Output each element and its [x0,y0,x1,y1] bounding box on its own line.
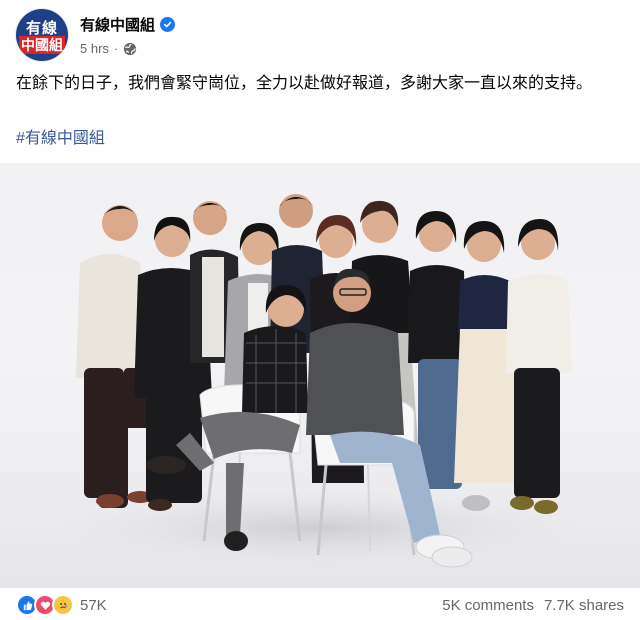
sad-icon [52,594,74,616]
avatar-logo-bottom: 中國組 [19,36,65,54]
comments-count-link[interactable]: 5K comments [442,597,534,614]
page-name-row: 有線中國組 [80,14,176,35]
verified-badge-icon [160,17,176,32]
group-photo[interactable] [0,163,640,588]
post-timestamp[interactable]: 5 hrs [80,41,109,56]
post-footer: 57K 5K comments 7.7K shares [0,590,640,620]
avatar-logo-top: 有線 [25,20,58,37]
hashtag-link[interactable]: #有線中國組 [16,127,105,151]
globe-icon[interactable] [123,42,137,56]
page-avatar[interactable]: 有線 中國組 [16,9,68,61]
post-meta: 有線中國組 5 hrs · [80,14,176,56]
reactions-summary[interactable]: 57K [16,594,107,616]
shares-count-link[interactable]: 7.7K shares [544,597,624,614]
post-subtitle: 5 hrs · [80,41,175,56]
facebook-post: 有線 中國組 有線中國組 5 hrs · 在餘下的日子，我們會緊守崗位，全力以赴… [0,0,640,620]
separator-dot: · [113,41,119,56]
person-standing-10 [506,219,572,514]
reaction-count: 57K [80,596,107,614]
post-stats: 5K comments 7.7K shares [442,597,624,614]
post-header: 有線 中國組 有線中國組 5 hrs · [16,8,176,62]
page-name-link[interactable]: 有線中國組 [80,14,155,35]
group-photo-illustration [50,194,590,568]
post-message: 在餘下的日子，我們會緊守崗位，全力以赴做好報道，多謝大家一直以來的支持。 [16,75,593,92]
